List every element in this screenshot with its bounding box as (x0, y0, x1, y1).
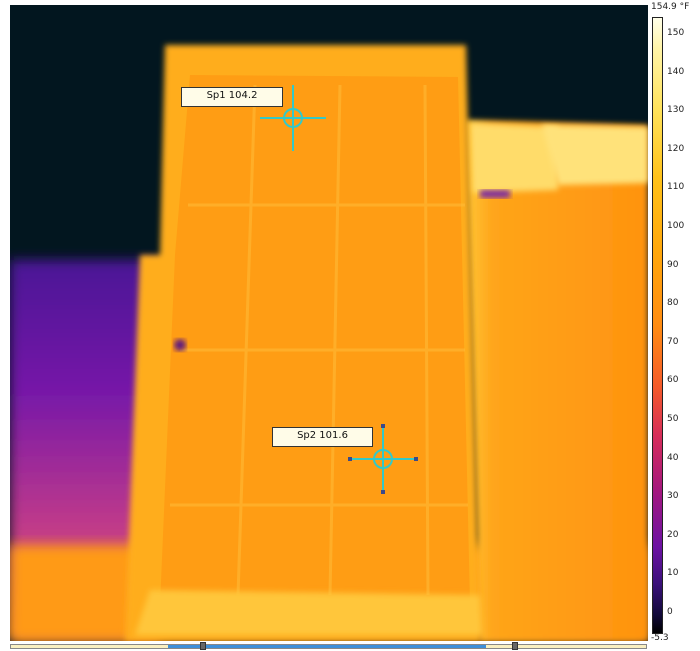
scale-tick-label: 150 (667, 28, 685, 38)
scale-tick-label: 20 (667, 529, 679, 540)
scale-tick-label: 110 (667, 182, 685, 193)
scale-tick-label: 130 (667, 105, 685, 116)
timeline-start-handle[interactable] (200, 642, 206, 650)
spot-label-sp2[interactable]: Sp2 101.6 (272, 427, 373, 447)
spot-markers (260, 85, 418, 494)
thermal-image[interactable]: Sp1 104.2 Sp2 101.6 (10, 5, 648, 641)
scale-tick-label: 80 (667, 298, 679, 309)
scale-min-label: -5.3 (651, 633, 669, 643)
scale-tick-label: 90 (667, 259, 679, 270)
scale-tick-label: 70 (667, 336, 679, 347)
scale-tick-label: 100 (667, 221, 685, 231)
scale-tick-label: 30 (667, 491, 679, 502)
timeline-end-handle[interactable] (512, 642, 518, 650)
scale-tick-label: 50 (667, 414, 679, 424)
scale-tick-label: 140 (667, 66, 685, 77)
thermal-image-viewer: Sp1 104.2 Sp2 101.6 154.9 °F 150 140 130 12… (0, 0, 700, 651)
timeline-range[interactable] (168, 645, 486, 648)
spot-label-sp1[interactable]: Sp1 104.2 (181, 87, 283, 107)
scale-tick-label: 10 (667, 568, 679, 579)
scale-tick-label: 120 (667, 143, 685, 154)
scale-tick-label: 60 (667, 375, 679, 386)
temperature-scale-bar[interactable] (652, 17, 663, 634)
scale-max-label: 154.9 °F (651, 2, 690, 12)
scale-tick-label: 0 (667, 607, 673, 617)
scale-tick-label: 40 (667, 452, 679, 463)
